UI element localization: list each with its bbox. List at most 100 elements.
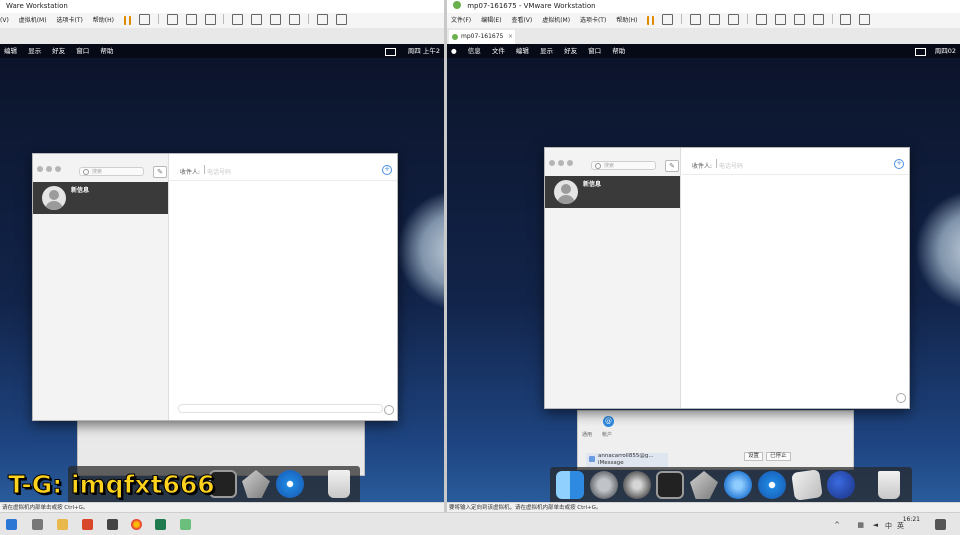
pause-icon[interactable] [123, 16, 131, 25]
add-contact-icon[interactable]: + [894, 159, 904, 169]
revert-snapshot-icon[interactable] [185, 14, 197, 25]
disk-utility-icon[interactable] [690, 471, 718, 499]
snapshot-icon[interactable] [166, 14, 178, 25]
safari-icon[interactable] [758, 471, 786, 499]
emoji-icon[interactable] [384, 405, 394, 415]
vmware-taskbar-icon[interactable] [155, 519, 166, 530]
mac-menu-window[interactable]: 窗口 [588, 47, 601, 55]
recipient-field[interactable]: 收件人: 电话号码 + [682, 148, 909, 175]
app-icon[interactable] [180, 519, 191, 530]
menu-edit[interactable]: 编辑(E) [481, 13, 501, 28]
activity-monitor-icon[interactable] [656, 471, 684, 499]
task-view-icon[interactable] [32, 519, 43, 530]
emoji-icon[interactable] [896, 393, 906, 403]
messages-icon[interactable] [724, 471, 752, 499]
pause-icon[interactable] [647, 16, 655, 25]
launchpad-icon[interactable] [590, 471, 618, 499]
close-button[interactable] [37, 166, 43, 172]
menu-view[interactable]: 查看(V) [511, 13, 532, 28]
compose-button[interactable]: ✎ [153, 166, 167, 178]
mac-menu-view[interactable]: 显示 [540, 47, 553, 55]
mac-menu-buddies[interactable]: 好友 [52, 47, 65, 55]
stopped-button[interactable]: 已停止 [766, 452, 791, 461]
add-contact-icon[interactable]: + [382, 165, 392, 175]
library-view-icon[interactable] [755, 14, 767, 25]
vm-tab[interactable]: mp07-161675 × [449, 30, 515, 44]
thumbnail-view-icon[interactable] [251, 14, 263, 25]
send-keys-icon[interactable] [138, 14, 150, 25]
close-button[interactable] [549, 160, 555, 166]
menu-vm[interactable]: 虚拟机(M) [542, 13, 570, 28]
menu-tabs[interactable]: 选项卡(T) [57, 13, 83, 28]
fullscreen-icon[interactable] [270, 14, 282, 25]
compose-button[interactable]: ✎ [665, 160, 679, 172]
app-icon[interactable] [107, 519, 118, 530]
trash-icon[interactable] [878, 471, 900, 499]
safari-icon[interactable] [276, 470, 304, 498]
mac-menu-view[interactable]: 显示 [28, 47, 41, 55]
conversation-item-selected[interactable]: 新信息 [545, 176, 680, 208]
snapshot-manager-icon[interactable] [204, 14, 216, 25]
tray-expand-icon[interactable]: ^ [834, 521, 840, 529]
mac-menu-help[interactable]: 帮助 [612, 47, 625, 55]
search-input[interactable]: 搜索 [79, 167, 144, 176]
screen-mirroring-icon[interactable] [915, 48, 926, 56]
library-view-icon[interactable] [232, 14, 244, 25]
message-input[interactable] [178, 404, 383, 413]
close-tab-icon[interactable]: × [508, 30, 513, 44]
setup-button[interactable]: 设置 [744, 452, 764, 461]
menu-file[interactable]: 文件(F) [451, 13, 471, 28]
thumbnail-view-icon[interactable] [774, 14, 786, 25]
revert-snapshot-icon[interactable] [709, 14, 721, 25]
zoom-button[interactable] [567, 160, 573, 166]
mac-menu-edit[interactable]: 编辑 [516, 47, 529, 55]
trash-icon[interactable] [328, 470, 350, 498]
network-utility-icon[interactable] [827, 471, 855, 499]
volume-icon[interactable]: ◄ [873, 521, 878, 529]
search-input[interactable]: 搜索 [591, 161, 656, 170]
snapshot-icon[interactable] [690, 14, 702, 25]
console-icon[interactable] [316, 14, 328, 25]
tab-general[interactable]: 通用 [582, 431, 592, 438]
recipient-field[interactable]: 收件人: 电话号码 + [170, 154, 397, 181]
screen-mirroring-icon[interactable] [385, 48, 396, 56]
zoom-button[interactable] [55, 166, 61, 172]
menu-tabs[interactable]: 选项卡(T) [580, 13, 606, 28]
mac-menu-window[interactable]: 窗口 [76, 47, 89, 55]
menu-vm[interactable]: 虚拟机(M) [19, 13, 47, 28]
chrome-icon[interactable] [131, 519, 142, 530]
taskbar-clock[interactable]: 16:21 [903, 516, 920, 524]
mac-menu-file[interactable]: 文件 [492, 47, 505, 55]
network-icon[interactable]: ▦ [857, 521, 864, 529]
finder-icon[interactable] [556, 471, 584, 499]
accounts-at-icon[interactable]: @ [603, 416, 614, 427]
mac-menu-messages[interactable]: 信息 [468, 47, 481, 55]
menu-help[interactable]: 帮助(H) [93, 13, 114, 28]
unity-icon[interactable] [289, 14, 301, 25]
conversation-item-selected[interactable]: 新信息 [33, 182, 168, 214]
system-preferences-icon[interactable] [623, 471, 651, 499]
disk-utility-icon[interactable] [242, 470, 270, 498]
mac-clock[interactable]: 周四 上午2 [408, 44, 440, 58]
fullscreen-icon[interactable] [793, 14, 805, 25]
file-explorer-icon[interactable] [57, 519, 68, 530]
account-item[interactable]: annacarroll855@g... iMessage [586, 453, 668, 467]
tab-accounts[interactable]: 帐户 [602, 431, 612, 438]
mac-menu-help[interactable]: 帮助 [100, 47, 113, 55]
notifications-icon[interactable] [935, 519, 946, 530]
menu-help[interactable]: 帮助(H) [616, 13, 637, 28]
app-icon[interactable] [82, 519, 93, 530]
mac-clock[interactable]: 周四02 [935, 44, 956, 58]
start-icon[interactable] [6, 519, 17, 530]
minimize-button[interactable] [558, 160, 564, 166]
minimize-button[interactable] [46, 166, 52, 172]
mac-menu-buddies[interactable]: 好友 [564, 47, 577, 55]
unity-icon[interactable] [812, 14, 824, 25]
snapshot-manager-icon[interactable] [727, 14, 739, 25]
mac-menu-edit[interactable]: 编辑 [4, 47, 17, 55]
console-icon[interactable] [840, 14, 852, 25]
menu-view[interactable]: (V) [0, 13, 9, 28]
preview-icon[interactable] [791, 469, 823, 501]
ime-indicator[interactable]: 中 [885, 521, 892, 531]
stretch-icon[interactable] [859, 14, 871, 25]
